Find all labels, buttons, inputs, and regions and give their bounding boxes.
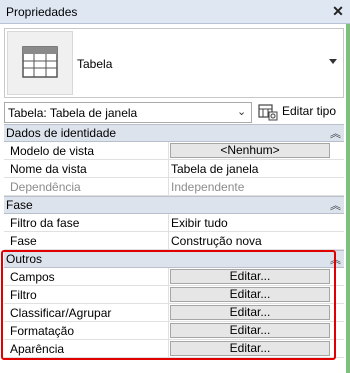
section-other-header[interactable]: Outros ︽ bbox=[4, 250, 344, 268]
property-row: Fase Construção nova bbox=[4, 232, 344, 250]
property-label: Classificar/Agrupar bbox=[10, 306, 112, 320]
column-divider bbox=[168, 286, 169, 303]
property-label: Dependência bbox=[10, 180, 81, 194]
property-label: Aparência bbox=[10, 342, 65, 356]
window-edge bbox=[346, 24, 350, 373]
section-title: Dados de identidade bbox=[6, 126, 117, 140]
chevron-down-icon[interactable]: ⌄ bbox=[237, 105, 246, 118]
panel-title: Propriedades bbox=[6, 5, 78, 19]
column-divider bbox=[168, 322, 169, 339]
column-divider bbox=[168, 142, 169, 159]
property-row: Campos Editar... bbox=[4, 268, 344, 286]
instance-selector[interactable]: Tabela: Tabela de janela ⌄ bbox=[4, 102, 252, 123]
section-identity-header[interactable]: Dados de identidade ︽ bbox=[4, 124, 344, 142]
instance-selector-value: Tabela: Tabela de janela bbox=[8, 106, 138, 120]
edit-sorting-grouping-button[interactable]: Editar... bbox=[170, 305, 330, 320]
edit-type-label: Editar tipo bbox=[282, 104, 337, 118]
collapse-icon[interactable]: ︽ bbox=[330, 251, 341, 267]
property-label: Fase bbox=[10, 234, 37, 248]
edit-formatting-button[interactable]: Editar... bbox=[170, 323, 330, 338]
properties-grid: Dados de identidade ︽ Modelo de vista <N… bbox=[4, 124, 344, 358]
section-title: Outros bbox=[6, 252, 43, 266]
property-row: Dependência Independente bbox=[4, 178, 344, 196]
column-divider bbox=[168, 214, 169, 231]
property-label: Modelo de vista bbox=[10, 144, 95, 158]
column-divider bbox=[168, 340, 169, 357]
property-row: Formatação Editar... bbox=[4, 322, 344, 340]
column-divider bbox=[168, 160, 169, 177]
dependency-value: Independente bbox=[171, 180, 245, 194]
property-label: Nome da vista bbox=[10, 162, 87, 176]
column-divider bbox=[168, 268, 169, 285]
property-label: Formatação bbox=[10, 324, 75, 338]
property-row: Classificar/Agrupar Editar... bbox=[4, 304, 344, 322]
view-template-button[interactable]: <Nenhum> bbox=[170, 143, 330, 158]
type-name: Tabela bbox=[77, 57, 113, 71]
column-divider bbox=[168, 178, 169, 195]
property-label: Filtro da fase bbox=[10, 216, 80, 230]
property-row: Filtro da fase Exibir tudo bbox=[4, 214, 344, 232]
property-label: Campos bbox=[10, 270, 55, 284]
properties-titlebar: Propriedades ✕ bbox=[0, 0, 350, 24]
column-divider bbox=[168, 304, 169, 321]
phase-field[interactable]: Construção nova bbox=[171, 234, 262, 248]
close-icon[interactable]: ✕ bbox=[329, 2, 347, 20]
property-label: Filtro bbox=[10, 288, 37, 302]
type-dropdown-icon[interactable] bbox=[329, 59, 337, 64]
collapse-icon[interactable]: ︽ bbox=[330, 125, 341, 141]
property-row: Filtro Editar... bbox=[4, 286, 344, 304]
collapse-icon[interactable]: ︽ bbox=[330, 197, 341, 213]
property-row: Modelo de vista <Nenhum> bbox=[4, 142, 344, 160]
edit-filter-button[interactable]: Editar... bbox=[170, 287, 330, 302]
edit-type-button[interactable]: Editar tipo bbox=[256, 102, 346, 123]
type-selector[interactable]: Tabela bbox=[4, 28, 344, 98]
edit-type-icon bbox=[258, 104, 278, 121]
edit-fields-button[interactable]: Editar... bbox=[170, 269, 330, 284]
view-name-field[interactable]: Tabela de janela bbox=[171, 162, 258, 176]
column-divider bbox=[168, 232, 169, 249]
phase-filter-field[interactable]: Exibir tudo bbox=[171, 216, 228, 230]
property-row: Aparência Editar... bbox=[4, 340, 344, 358]
table-icon bbox=[22, 46, 58, 78]
edit-appearance-button[interactable]: Editar... bbox=[170, 341, 330, 356]
section-phase-header[interactable]: Fase ︽ bbox=[4, 196, 344, 214]
property-row: Nome da vista Tabela de janela bbox=[4, 160, 344, 178]
section-title: Fase bbox=[6, 198, 33, 212]
table-thumbnail bbox=[7, 31, 73, 95]
